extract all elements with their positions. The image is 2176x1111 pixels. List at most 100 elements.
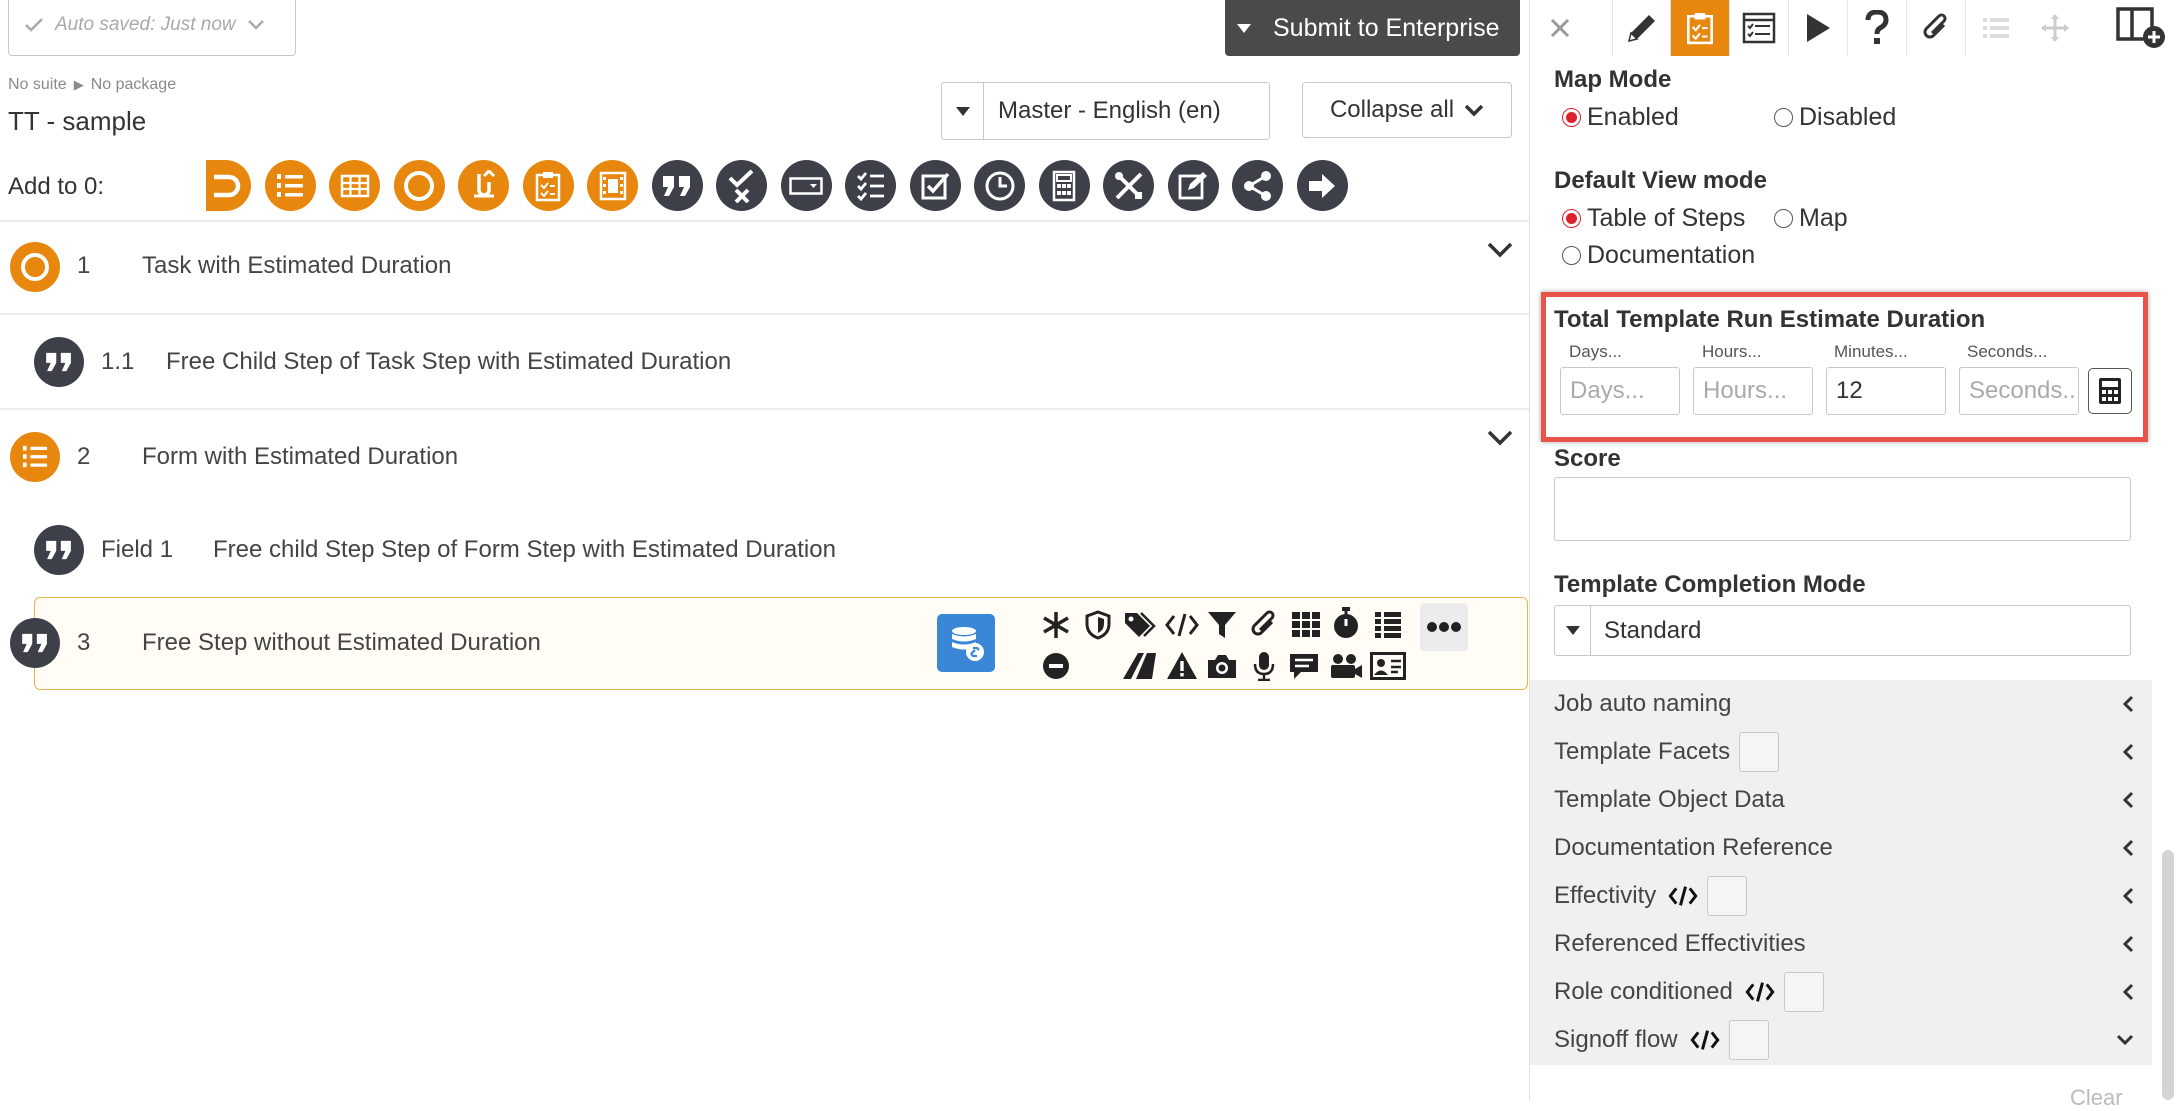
- id-card-icon[interactable]: [1370, 648, 1406, 684]
- days-input[interactable]: Days...: [1560, 367, 1680, 415]
- code-icon[interactable]: [1164, 607, 1200, 643]
- tags-icon[interactable]: [1122, 607, 1158, 643]
- collapse-all-button[interactable]: Collapse all: [1302, 82, 1512, 138]
- hours-input[interactable]: Hours...: [1693, 367, 1813, 415]
- clock-icon[interactable]: [974, 160, 1025, 211]
- step-title[interactable]: Free Step without Estimated Duration: [142, 629, 541, 657]
- chevron-down-icon[interactable]: [1487, 242, 1513, 258]
- step-row-1[interactable]: 1 Task with Estimated Duration: [0, 222, 1529, 312]
- section-job-auto-naming[interactable]: Job auto naming: [1554, 684, 2134, 724]
- score-input[interactable]: [1554, 477, 2131, 541]
- edit-icon[interactable]: [1167, 160, 1219, 211]
- section-referenced-effectivities[interactable]: Referenced Effectivities: [1554, 924, 2134, 964]
- radio-icon: [1774, 108, 1793, 127]
- submit-to-enterprise-button[interactable]: Submit to Enterprise: [1225, 0, 1520, 56]
- clipboard-check-icon[interactable]: [1671, 0, 1730, 56]
- circle-task-icon: [10, 242, 60, 292]
- road-icon[interactable]: [1122, 648, 1158, 684]
- code-icon: [1690, 1029, 1720, 1051]
- play-icon[interactable]: [1789, 0, 1848, 56]
- microphone-icon[interactable]: [1246, 648, 1282, 684]
- checkbox-icon[interactable]: [909, 160, 961, 211]
- warning-icon[interactable]: [1164, 648, 1200, 684]
- paperclip-icon[interactable]: [1907, 0, 1966, 56]
- filter-icon[interactable]: [1204, 607, 1240, 643]
- comment-icon[interactable]: [1286, 648, 1322, 684]
- chevron-left-icon: [2122, 695, 2134, 713]
- close-icon[interactable]: [1530, 0, 1589, 56]
- step-row-1-1[interactable]: 1.1 Free Child Step of Task Step with Es…: [0, 315, 1529, 407]
- section-template-facets[interactable]: Template Facets: [1554, 732, 2134, 772]
- code-icon: [1745, 981, 1775, 1003]
- paperclip-icon[interactable]: [1246, 607, 1282, 643]
- table-icon[interactable]: [329, 160, 380, 211]
- minus-circle-icon[interactable]: [1038, 648, 1074, 684]
- loop-icon[interactable]: [206, 160, 251, 211]
- chevron-left-icon: [2122, 935, 2134, 953]
- step-row-field-1[interactable]: Field 1 Free child Step Step of Form Ste…: [0, 503, 1529, 595]
- section-documentation-reference[interactable]: Documentation Reference: [1554, 828, 2134, 868]
- checklist-icon[interactable]: [845, 160, 896, 211]
- map-mode-disabled-radio[interactable]: Disabled: [1774, 103, 1896, 132]
- language-select[interactable]: Master - English (en): [941, 82, 1270, 140]
- effectivity-checkbox[interactable]: [1707, 876, 1748, 916]
- data-list-icon[interactable]: [1370, 607, 1406, 643]
- section-role-conditioned[interactable]: Role conditioned: [1554, 972, 2134, 1012]
- numbered-list-icon[interactable]: [264, 160, 316, 211]
- quote-icon[interactable]: [651, 160, 703, 211]
- section-label: Effectivity: [1554, 882, 1657, 909]
- minutes-input[interactable]: 12: [1826, 367, 1946, 415]
- page-title: TT - sample: [8, 106, 147, 136]
- completion-mode-value: Standard: [1604, 616, 1702, 644]
- breadcrumb-suite[interactable]: No suite: [8, 76, 67, 94]
- more-options-button[interactable]: [1420, 603, 1468, 651]
- facets-checkbox[interactable]: [1739, 732, 1780, 772]
- users-video-icon[interactable]: [1328, 648, 1364, 684]
- completion-mode-select[interactable]: Standard: [1554, 605, 2131, 656]
- film-icon[interactable]: [587, 160, 638, 211]
- add-to-label: Add to 0:: [8, 173, 105, 200]
- view-documentation-radio[interactable]: Documentation: [1562, 241, 1755, 270]
- map-mode-enabled-radio[interactable]: Enabled: [1562, 103, 1679, 132]
- template-notes-icon[interactable]: [1730, 0, 1789, 56]
- chevron-down-icon: [2116, 1034, 2134, 1046]
- add-panel-icon[interactable]: [2112, 0, 2171, 56]
- signoff-flow-checkbox[interactable]: [1728, 1020, 1769, 1060]
- view-map-radio[interactable]: Map: [1774, 204, 1848, 233]
- circle-task-icon[interactable]: [393, 160, 445, 211]
- link-icon[interactable]: [458, 160, 509, 211]
- dropdown-field-icon[interactable]: [780, 160, 832, 211]
- scrollbar[interactable]: [2162, 850, 2174, 1100]
- asterisk-icon[interactable]: [1038, 607, 1074, 643]
- chevron-left-icon: [2122, 839, 2134, 857]
- section-template-object-data[interactable]: Template Object Data: [1554, 780, 2134, 820]
- view-table-radio[interactable]: Table of Steps: [1562, 204, 1745, 233]
- step-row-2[interactable]: 2 Form with Estimated Duration: [0, 410, 1529, 502]
- check-cross-icon[interactable]: [716, 160, 767, 211]
- role-conditioned-checkbox[interactable]: [1783, 972, 1824, 1012]
- radio-selected-icon: [1562, 108, 1581, 127]
- share-icon[interactable]: [1232, 160, 1283, 211]
- breadcrumb-package[interactable]: No package: [91, 76, 176, 94]
- pencil-icon[interactable]: [1612, 0, 1671, 56]
- section-effectivity[interactable]: Effectivity: [1554, 876, 2134, 916]
- clear-button[interactable]: Clear: [2070, 1085, 2123, 1111]
- shield-icon[interactable]: [1080, 607, 1116, 643]
- calculator-button[interactable]: [2088, 368, 2132, 414]
- code-icon: [1668, 885, 1698, 907]
- stopwatch-icon[interactable]: [1328, 605, 1364, 641]
- tools-icon[interactable]: [1103, 160, 1154, 211]
- grid-icon[interactable]: [1288, 607, 1324, 643]
- seconds-input[interactable]: Seconds...: [1959, 367, 2079, 415]
- section-signoff-flow[interactable]: Signoff flow: [1554, 1020, 2134, 1060]
- camera-icon[interactable]: [1204, 648, 1240, 684]
- database-link-icon[interactable]: [937, 614, 995, 672]
- arrow-right-icon[interactable]: [1296, 160, 1348, 211]
- section-label: Documentation Reference: [1554, 834, 1833, 861]
- clipboard-check-icon[interactable]: [522, 160, 574, 211]
- calculator-icon[interactable]: [1038, 160, 1090, 211]
- map-mode-label: Map Mode: [1554, 66, 1672, 93]
- help-icon[interactable]: [1848, 0, 1907, 56]
- chevron-down-icon[interactable]: [1487, 430, 1513, 446]
- autosave-status[interactable]: Auto saved: Just now: [8, 0, 296, 56]
